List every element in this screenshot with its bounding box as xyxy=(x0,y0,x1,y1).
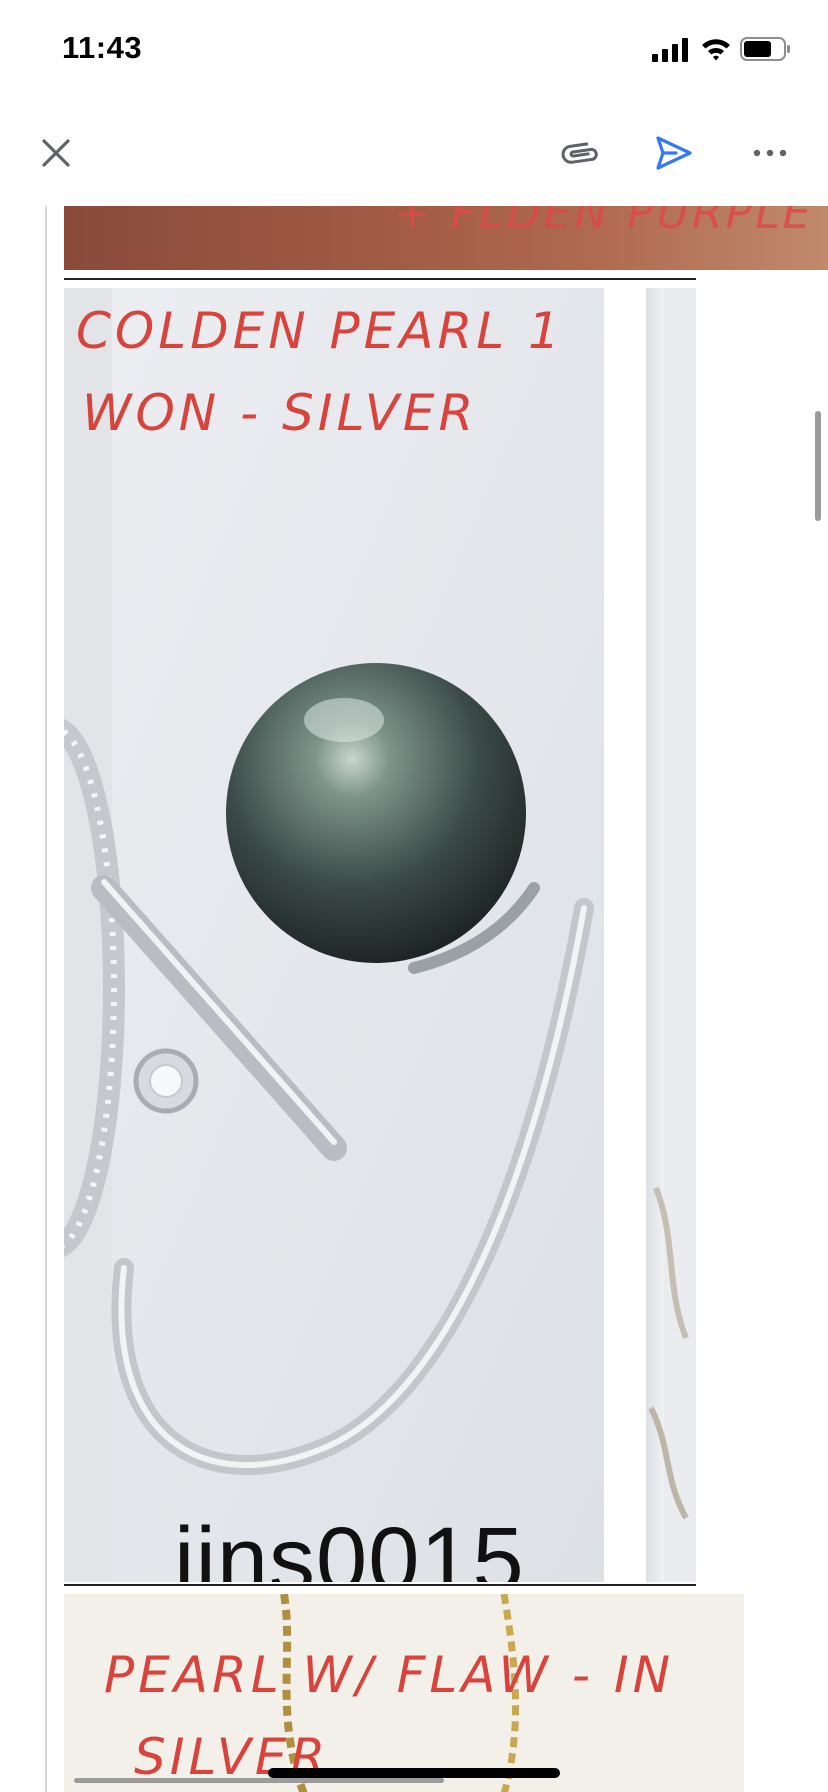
image-border xyxy=(64,1584,696,1586)
close-icon[interactable] xyxy=(36,133,76,173)
product-image-top[interactable]: + FLDEN PURPLE - SILVER xyxy=(64,206,828,270)
send-icon[interactable] xyxy=(654,133,694,173)
horizontal-scrollbar[interactable] xyxy=(74,1778,444,1783)
wifi-icon xyxy=(702,39,730,61)
status-bar: 11:43 xyxy=(0,0,828,100)
product-code: jins0015 xyxy=(174,1509,525,1582)
message-body: + FLDEN PURPLE - SILVER xyxy=(0,206,828,1792)
product-image-bottom[interactable]: PEARL W/ FLAW - IN SILVER xyxy=(64,1594,744,1792)
battery-icon xyxy=(740,37,790,61)
more-icon[interactable] xyxy=(752,133,788,173)
compose-toolbar xyxy=(0,115,828,187)
handwritten-note: + FLDEN PURPLE - SILVER xyxy=(394,206,828,239)
attachment-icon[interactable] xyxy=(558,133,602,173)
ring-illustration xyxy=(64,288,604,1582)
adjacent-image-detail xyxy=(648,1186,689,1520)
status-time: 11:43 xyxy=(62,30,143,65)
product-image-adjacent[interactable] xyxy=(646,288,696,1582)
handwritten-note: WON - SILVER xyxy=(82,384,478,442)
image-border xyxy=(64,278,696,280)
handwritten-note: COLDEN PEARL 1 xyxy=(76,302,564,360)
vertical-scrollbar[interactable] xyxy=(815,411,821,521)
handwritten-note: PEARL W/ FLAW - IN xyxy=(104,1646,674,1704)
product-image-ring[interactable]: COLDEN PEARL 1 WON - SILVER jins0015 xyxy=(64,288,604,1582)
quote-bar xyxy=(45,206,47,1792)
home-indicator[interactable] xyxy=(268,1768,560,1778)
signal-icon xyxy=(652,38,688,62)
